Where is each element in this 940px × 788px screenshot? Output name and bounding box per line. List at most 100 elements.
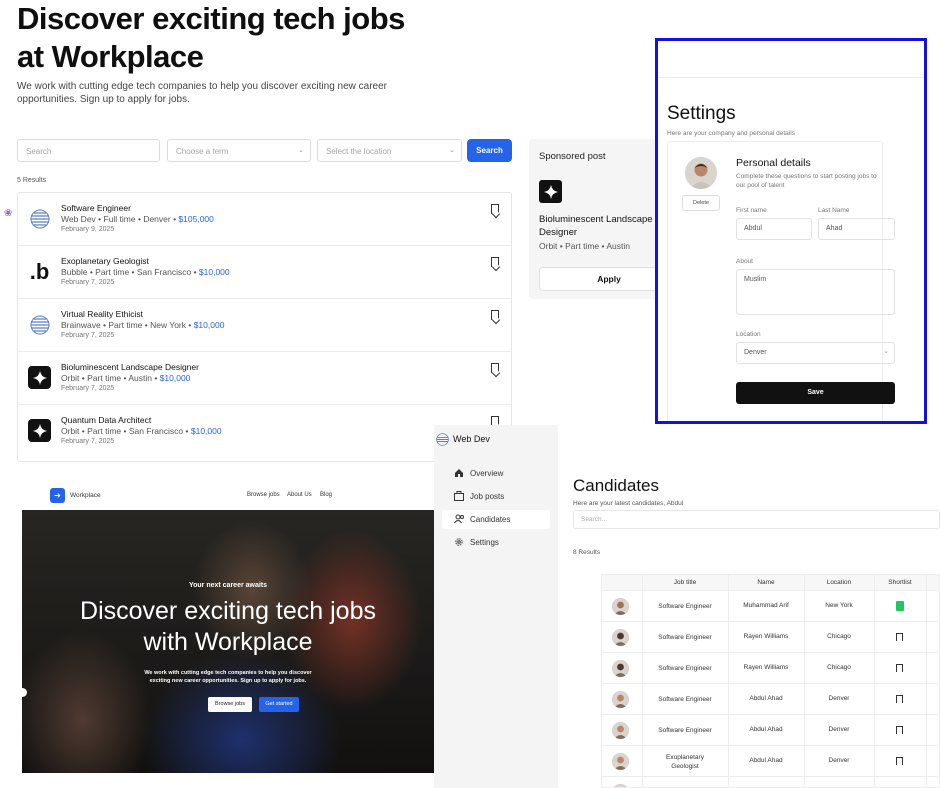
save-button[interactable]: Save (736, 382, 895, 404)
workplace-logo-icon[interactable]: ➔ (50, 488, 65, 503)
bookmark-icon[interactable] (896, 726, 903, 734)
workspace-switcher[interactable]: Web Dev (436, 433, 490, 446)
sponsored-label: Sponsored post (539, 151, 606, 162)
browse-jobs-button[interactable]: Browse jobs (208, 697, 252, 712)
home-icon (455, 469, 463, 477)
page-subtitle: We work with cutting edge tech companies… (17, 81, 388, 105)
candidates-search-input[interactable]: Search... (573, 510, 940, 529)
job-salary: $105,000 (178, 214, 214, 224)
job-card[interactable]: Bioluminescent Landscape Designer Orbit … (18, 352, 511, 405)
sidebar-item-label: Overview (470, 469, 504, 478)
bookmark-icon[interactable] (896, 633, 903, 641)
globe-icon (436, 433, 449, 446)
job-date: February 7, 2025 (61, 385, 115, 392)
bookmark-icon[interactable] (896, 664, 903, 672)
table-row[interactable]: Software Engineer Rayen Williams Chicago (602, 653, 939, 684)
sidebar-item-candidates[interactable]: Candidates (442, 510, 550, 529)
bookmark-icon[interactable] (491, 257, 499, 267)
search-button[interactable]: Search (467, 139, 512, 162)
job-title[interactable]: Virtual Reality Ethicist (61, 309, 143, 319)
job-salary: $10,000 (190, 426, 222, 436)
location-placeholder: Select the location (326, 147, 392, 156)
bookmark-icon[interactable] (896, 695, 903, 703)
sponsored-meta: Orbit • Part time • Austin (539, 241, 630, 251)
candidates-subtitle: Here are your latest candidates, Abdul (573, 500, 684, 507)
location-select[interactable]: Select the location ⌄ (317, 139, 462, 162)
table-row[interactable]: Exoplanetary (602, 777, 939, 787)
job-title[interactable]: Exoplanetary Geologist (61, 256, 149, 266)
job-card[interactable]: Software Engineer Web Dev • Full time • … (18, 193, 511, 246)
last-name-field[interactable]: Ahad (818, 218, 895, 240)
nav-blog[interactable]: Blog (320, 492, 332, 498)
candidates-table: Job title Name Location Shortlist Softwa… (601, 574, 940, 788)
col-name[interactable]: Name (728, 579, 804, 586)
cell-name: Rayen Williams (743, 633, 789, 640)
job-date: February 7, 2025 (61, 279, 115, 286)
cell-name: Abdul Ahad (749, 695, 783, 702)
sidebar-item-label: Job posts (470, 492, 505, 501)
table-row[interactable]: Software Engineer Muhammad Arif New York (602, 591, 939, 622)
location-select[interactable]: Denver ⌄ (736, 342, 895, 364)
bookmark-icon[interactable] (491, 310, 499, 320)
search-placeholder: Search (26, 147, 52, 156)
sidebar-item-label: Candidates (470, 515, 511, 524)
table-row[interactable]: Exoplanetary Geologist Abdul Ahad Denver (602, 746, 939, 777)
search-input[interactable]: Search (17, 139, 160, 162)
divider (658, 77, 924, 78)
sponsored-title[interactable]: Bioluminescent Landscape Designer (539, 213, 659, 239)
table-row[interactable]: Software Engineer Abdul Ahad Denver (602, 684, 939, 715)
job-salary: $10,000 (193, 320, 225, 330)
brand-name[interactable]: Workplace (70, 492, 101, 499)
location-value: Denver (744, 349, 767, 356)
hero-body: We work with cutting edge tech companies… (144, 670, 312, 684)
sidebar-item-overview[interactable]: Overview (442, 464, 550, 483)
sponsored-post: Sponsored post Bioluminescent Landscape … (529, 139, 659, 299)
settings-subtitle: Here are your company and personal detai… (667, 130, 795, 137)
job-card[interactable]: .b Exoplanetary Geologist Bubble • Part … (18, 246, 511, 299)
cell-job-title: Software Engineer (658, 696, 712, 703)
job-title[interactable]: Quantum Data Architect (61, 415, 151, 425)
apply-button[interactable]: Apply (539, 267, 659, 291)
table-row[interactable]: Software Engineer Abdul Ahad Denver (602, 715, 939, 746)
job-salary: $10,000 (159, 373, 191, 383)
first-name-field[interactable]: Abdul (736, 218, 812, 240)
job-date: February 7, 2025 (61, 438, 115, 445)
sidebar-item-settings[interactable]: Settings (442, 533, 550, 552)
settings-title: Settings (667, 103, 736, 124)
bookmark-icon[interactable] (491, 204, 499, 214)
sparkle-icon (28, 419, 51, 442)
bookmark-icon[interactable] (491, 363, 499, 373)
cell-name: Abdul Ahad (749, 726, 783, 733)
about-field[interactable]: Muslim (736, 269, 895, 315)
job-title[interactable]: Bioluminescent Landscape Designer (61, 362, 199, 372)
hero-eyebrow: Your next career awaits (188, 582, 268, 589)
cell-name: Muhammad Arif (743, 602, 789, 609)
job-date: February 7, 2025 (61, 332, 115, 339)
section-subtitle: Complete these questions to start postin… (736, 173, 877, 189)
avatar (612, 753, 629, 770)
nav-browse-jobs[interactable]: Browse jobs (247, 492, 280, 498)
term-select[interactable]: Choose a term ⌄ (167, 139, 311, 162)
col-job-title[interactable]: Job title (642, 579, 728, 586)
job-date: February 9, 2025 (61, 226, 115, 233)
nav-about-us[interactable]: About Us (287, 492, 312, 498)
job-title[interactable]: Software Engineer (61, 203, 131, 213)
job-meta: Brainwave • Part time • New York • $10,0… (61, 320, 225, 330)
col-location[interactable]: Location (804, 579, 874, 586)
shortlisted-icon[interactable] (896, 601, 904, 611)
hero-headline: Discover exciting tech jobs with Workpla… (80, 597, 376, 656)
candidates-title: Candidates (573, 476, 660, 495)
table-row[interactable]: Software Engineer Rayen Williams Chicago (602, 622, 939, 653)
gear-icon (455, 538, 463, 546)
brain-icon[interactable]: ❀ (4, 208, 16, 220)
job-card[interactable]: Virtual Reality Ethicist Brainwave • Par… (18, 299, 511, 352)
location-label: Location (736, 331, 761, 338)
get-started-button[interactable]: Get started (259, 697, 299, 712)
bookmark-icon[interactable] (896, 757, 903, 765)
carousel-handle[interactable] (22, 688, 27, 697)
col-shortlist[interactable]: Shortlist (874, 579, 926, 586)
cell-location: Denver (828, 757, 850, 764)
delete-button[interactable]: Delete (682, 195, 720, 211)
sidebar-item-job-posts[interactable]: Job posts (442, 487, 550, 506)
last-name-label: Last Name (818, 207, 850, 214)
